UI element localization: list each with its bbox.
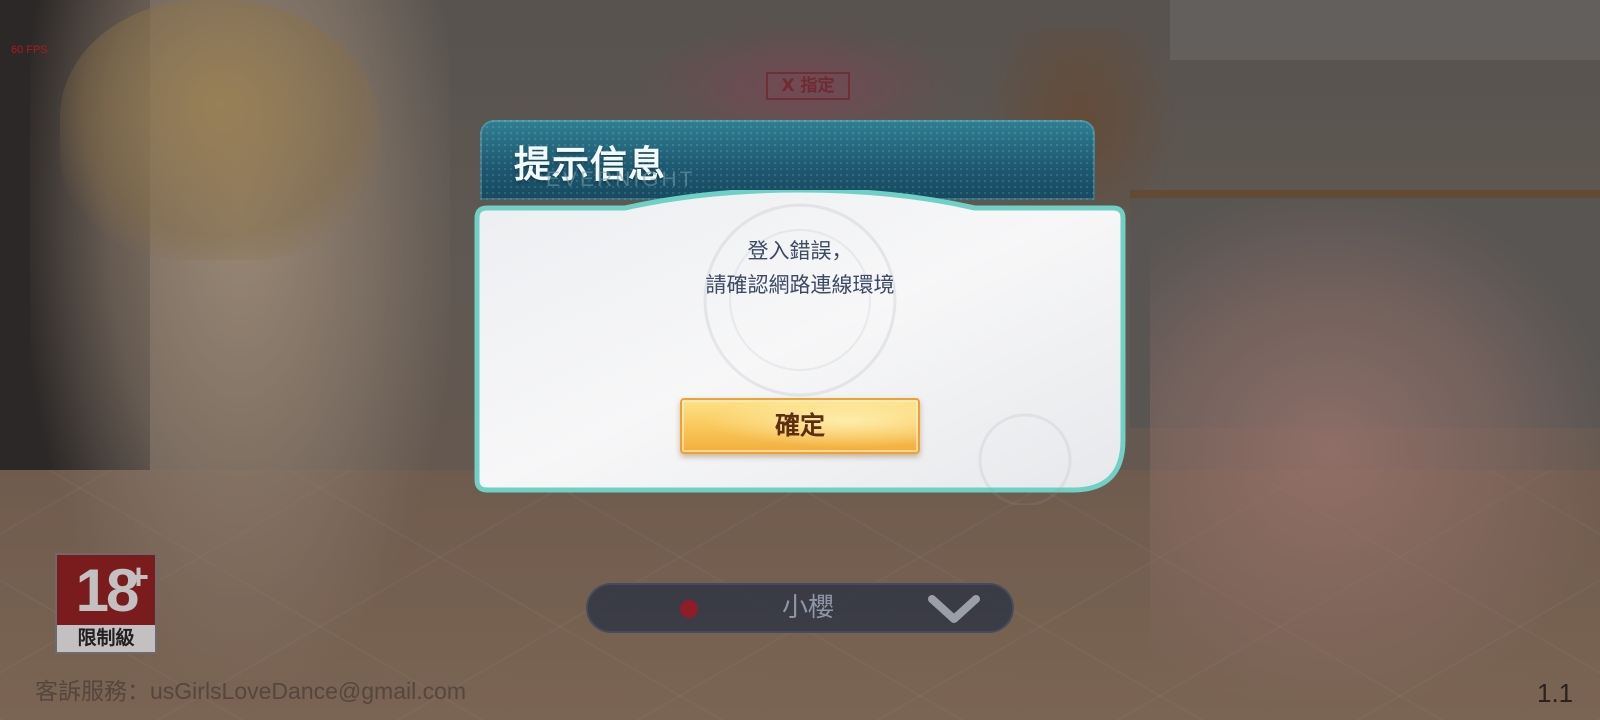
- alert-dialog: 提示信息 EVERNIGHT 登入錯誤， 請確認網路連線環境 確定: [465, 120, 1135, 505]
- dialog-header: 提示信息 EVERNIGHT: [480, 120, 1095, 200]
- dialog-body: 登入錯誤， 請確認網路連線環境: [465, 190, 1135, 505]
- dialog-message: 登入錯誤， 請確認網路連線環境: [465, 234, 1135, 302]
- dialog-message-line-1: 登入錯誤，: [747, 239, 853, 263]
- confirm-button[interactable]: 確定: [680, 398, 920, 454]
- dialog-message-line-2: 請確認網路連線環境: [705, 273, 895, 297]
- game-screen: X 指定 60 FPS 18 + 限制級 小櫻 客訴服務：usGirlsLoveD…: [0, 0, 1600, 720]
- dialog-title-watermark: EVERNIGHT: [546, 168, 696, 191]
